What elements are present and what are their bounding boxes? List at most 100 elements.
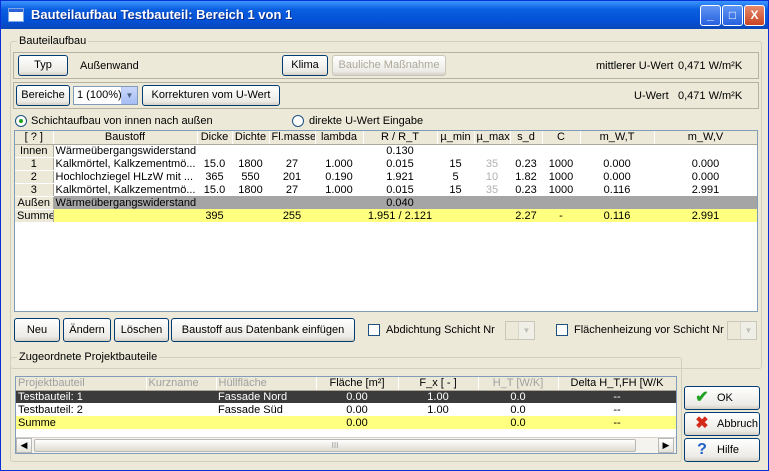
layer-cell[interactable]: [315, 209, 363, 222]
layer-cell[interactable]: 1800: [232, 183, 269, 196]
title-bar[interactable]: Bauteilaufbau Testbauteil: Bereich 1 von…: [1, 1, 768, 29]
layer-cell[interactable]: [580, 196, 654, 209]
projekt-cell[interactable]: 0.00: [316, 390, 398, 403]
layer-cell[interactable]: 15.0: [197, 157, 232, 170]
layer-cell[interactable]: 1.951 / 2.121: [363, 209, 437, 222]
layer-cell[interactable]: [474, 196, 510, 209]
projekt-cell[interactable]: Fassade Nord: [216, 390, 316, 403]
layer-cell[interactable]: 0.000: [654, 157, 757, 170]
layers-col-header[interactable]: Fl.masse: [269, 131, 316, 145]
layer-cell[interactable]: [580, 144, 654, 157]
layer-row[interactable]: Summe 395 255 1.951 / 2.121 2.27-0.116 2.991: [15, 209, 757, 223]
layer-cell[interactable]: [510, 196, 542, 209]
flaechenheizung-select[interactable]: ▼: [727, 321, 757, 340]
layer-cell[interactable]: 2.991: [654, 183, 757, 196]
layer-row[interactable]: Innen Wärmeübergangswiderstand 0.130: [15, 144, 757, 158]
layers-col-header[interactable]: s_d: [510, 131, 543, 145]
projekt-row[interactable]: Testbauteil: 1 Fassade Nord 0.00 1.00 0.0 --: [16, 390, 676, 403]
layer-cell[interactable]: 1000: [542, 170, 580, 183]
chevron-down-icon[interactable]: ▼: [121, 87, 137, 104]
layer-cell[interactable]: Wärmeübergangswiderstand: [53, 144, 197, 157]
projekt-cell[interactable]: [146, 403, 216, 416]
layer-cell[interactable]: [197, 196, 232, 209]
loeschen-button[interactable]: Löschen: [114, 318, 169, 342]
layer-cell[interactable]: [542, 196, 580, 209]
typ-button[interactable]: Typ: [18, 55, 68, 76]
layer-cell[interactable]: 35: [474, 157, 510, 170]
projekt-col-header[interactable]: Fläche [m²]: [316, 377, 399, 391]
layer-row-header[interactable]: 3: [15, 183, 54, 197]
layer-cell[interactable]: [437, 144, 474, 157]
projekt-cell[interactable]: --: [558, 390, 676, 403]
layer-cell[interactable]: 2.991: [654, 209, 757, 222]
layer-cell[interactable]: 10: [474, 170, 510, 183]
close-button[interactable]: X: [744, 5, 765, 26]
layer-cell[interactable]: 15: [437, 183, 474, 196]
korrekturen-button[interactable]: Korrekturen vom U-Wert: [142, 85, 280, 106]
layer-cell[interactable]: 365: [197, 170, 232, 183]
layer-cell[interactable]: 15: [437, 157, 474, 170]
layer-cell[interactable]: Wärmeübergangswiderstand: [53, 196, 197, 209]
layer-row[interactable]: Außen Wärmeübergangswiderstand 0.040: [15, 196, 757, 210]
layer-cell[interactable]: 255: [269, 209, 315, 222]
projekt-cell[interactable]: Summe: [16, 416, 146, 429]
layer-cell[interactable]: 0.015: [363, 183, 437, 196]
layer-cell[interactable]: [232, 209, 269, 222]
layer-cell[interactable]: 0.190: [315, 170, 363, 183]
projekt-cell[interactable]: 1.00: [398, 403, 478, 416]
layer-cell[interactable]: [269, 196, 315, 209]
layers-table[interactable]: [ ? ] Baustoff Dicke Dichte Fl.masse lambda R …: [14, 130, 758, 312]
layer-cell[interactable]: 1800: [232, 157, 269, 170]
maximize-button[interactable]: □: [722, 5, 743, 26]
layer-cell[interactable]: [269, 144, 315, 157]
layer-cell[interactable]: [474, 209, 510, 222]
layer-cell[interactable]: [437, 209, 474, 222]
layers-col-header[interactable]: Dicke: [197, 131, 233, 145]
layer-cell[interactable]: 0.000: [654, 170, 757, 183]
layer-row[interactable]: 2 Hochlochziegel HLzW mit ... 365 550 201 0.1…: [15, 170, 757, 184]
hilfe-button[interactable]: ? Hilfe: [684, 438, 760, 462]
projekt-cell[interactable]: [398, 416, 478, 429]
ok-button[interactable]: ✔ OK: [684, 386, 760, 410]
layer-cell[interactable]: 0.23: [510, 157, 542, 170]
layer-cell[interactable]: 1.000: [315, 183, 363, 196]
bereiche-button[interactable]: Bereiche: [16, 85, 70, 106]
layer-cell[interactable]: 0.000: [580, 170, 654, 183]
layer-cell[interactable]: Hochlochziegel HLzW mit ...: [53, 170, 197, 183]
layer-cell[interactable]: 201: [269, 170, 315, 183]
layer-cell[interactable]: 1000: [542, 157, 580, 170]
neu-button[interactable]: Neu: [14, 318, 60, 342]
layers-col-header[interactable]: lambda: [315, 131, 364, 145]
layer-cell[interactable]: [232, 196, 269, 209]
layer-row-header[interactable]: 2: [15, 170, 54, 184]
projekt-cell[interactable]: [146, 416, 216, 429]
layer-cell[interactable]: [654, 196, 757, 209]
flaechenheizung-checkbox[interactable]: [556, 324, 568, 336]
layer-cell[interactable]: 1.921: [363, 170, 437, 183]
projekt-col-header[interactable]: Hüllfläche: [216, 377, 317, 391]
layers-col-header[interactable]: C: [542, 131, 581, 145]
layer-cell[interactable]: [542, 144, 580, 157]
layer-cell[interactable]: 1.82: [510, 170, 542, 183]
projekt-col-header[interactable]: Projektbauteil: [16, 377, 147, 391]
layer-cell[interactable]: [654, 144, 757, 157]
layers-col-header[interactable]: Baustoff: [53, 131, 198, 145]
layer-cell[interactable]: 0.130: [363, 144, 437, 157]
scroll-right-icon[interactable]: ▶: [658, 438, 674, 453]
layer-cell[interactable]: 0.015: [363, 157, 437, 170]
layer-cell[interactable]: 0.23: [510, 183, 542, 196]
projekt-col-header[interactable]: H_T [W/K]: [478, 377, 559, 391]
projekt-cell[interactable]: 0.00: [316, 403, 398, 416]
layer-row-header[interactable]: Summe: [15, 209, 54, 223]
layer-cell[interactable]: 27: [269, 183, 315, 196]
layer-cell[interactable]: [315, 196, 363, 209]
layers-col-header[interactable]: [ ? ]: [15, 131, 54, 145]
projekt-cell[interactable]: Fassade Süd: [216, 403, 316, 416]
layer-cell[interactable]: Kalkmörtel, Kalkzementmö...: [53, 183, 197, 196]
layer-row-header[interactable]: 1: [15, 157, 54, 171]
bereiche-select[interactable]: 1 (100%) ▼: [73, 86, 138, 105]
scroll-thumb[interactable]: III: [34, 439, 636, 452]
layer-cell[interactable]: [474, 144, 510, 157]
projekt-cell[interactable]: 0.0: [478, 390, 558, 403]
projekt-hscroll[interactable]: ◀ III ▶: [16, 437, 676, 453]
